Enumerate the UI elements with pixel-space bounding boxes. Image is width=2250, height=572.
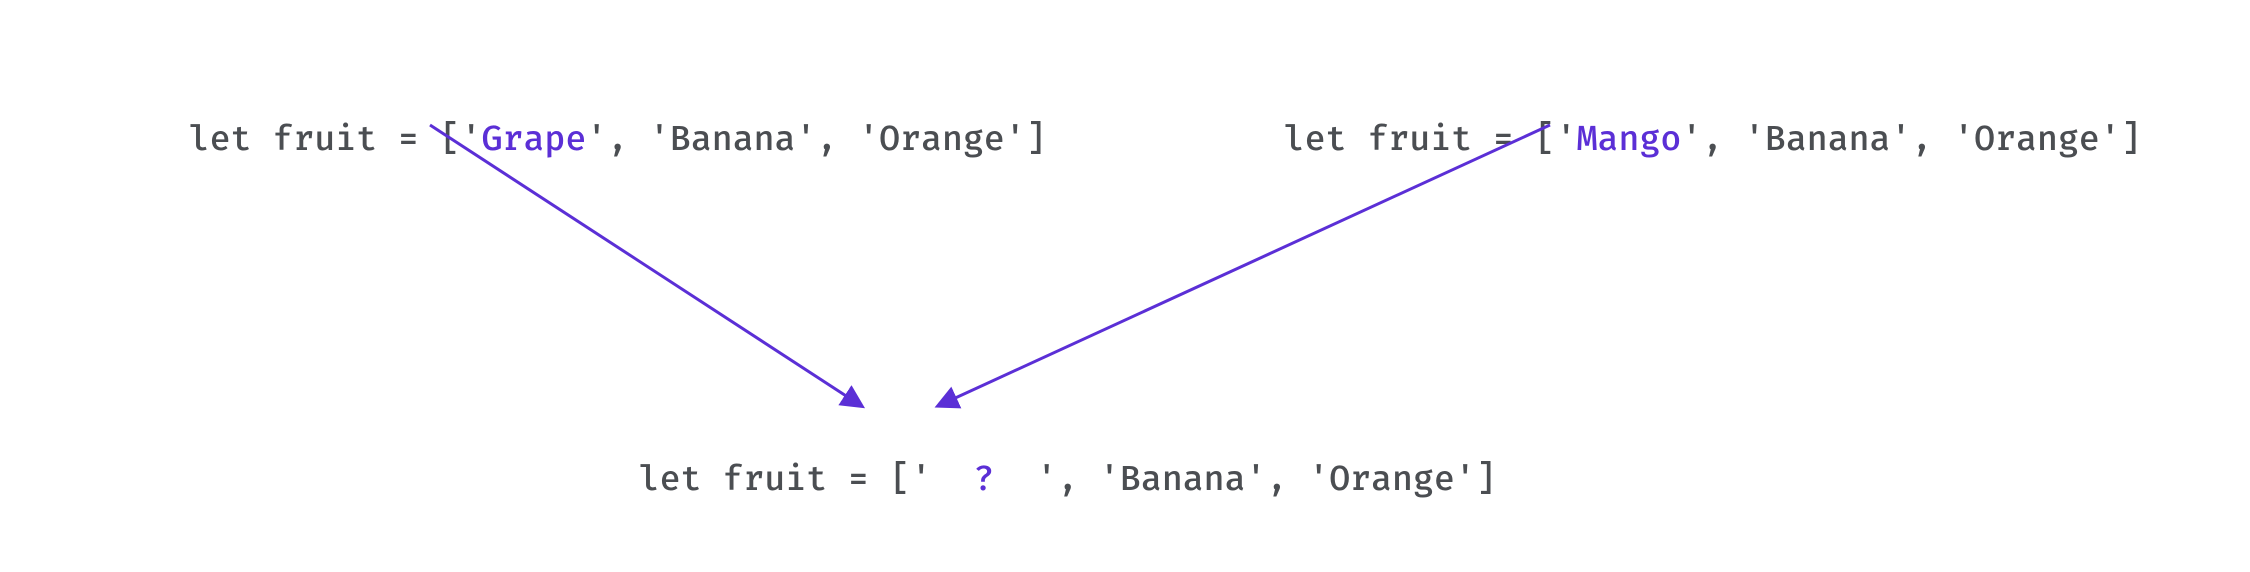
code-line-right: let fruit = ['Mango', 'Banana', 'Orange'… <box>1200 80 2142 202</box>
code-right-highlight: Mango <box>1577 120 1682 161</box>
merged-gap2 <box>994 460 1036 501</box>
code-right-suffix: ', 'Banana', 'Orange'] <box>1681 120 2141 161</box>
code-line-merged: let fruit = [' ? ', 'Banana', 'Orange'] <box>555 420 1497 542</box>
merged-suffix: ', 'Banana', 'Orange'] <box>1036 460 1496 501</box>
merged-question-mark: ? <box>973 460 994 501</box>
code-left-highlight: Grape <box>482 120 587 161</box>
code-left-suffix: ', 'Banana', 'Orange'] <box>586 120 1046 161</box>
diagram-canvas: let fruit = ['Grape', 'Banana', 'Orange'… <box>0 0 2250 572</box>
code-left-prefix: let fruit = [' <box>189 120 482 161</box>
merged-gap1 <box>932 460 974 501</box>
merged-prefix: let fruit = [' <box>639 460 932 501</box>
code-right-prefix: let fruit = [' <box>1284 120 1577 161</box>
code-line-left: let fruit = ['Grape', 'Banana', 'Orange'… <box>105 80 1047 202</box>
